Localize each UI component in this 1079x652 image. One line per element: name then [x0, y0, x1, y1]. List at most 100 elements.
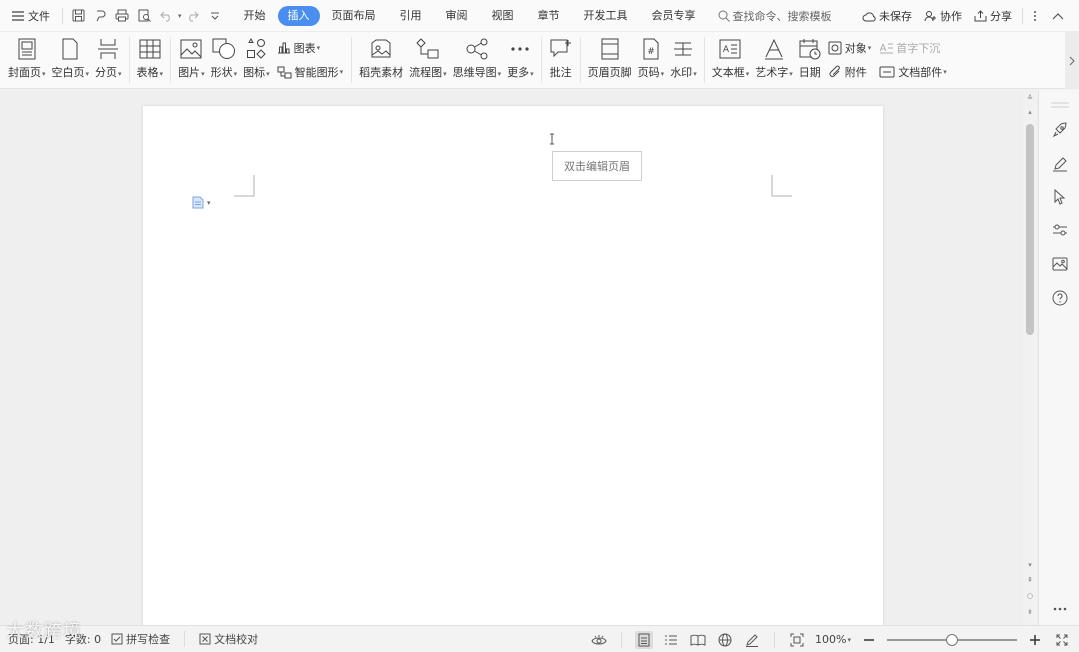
share-button[interactable]: 分享 [968, 8, 1018, 24]
page-number-icon: # [643, 38, 659, 60]
save-icon[interactable] [67, 5, 89, 27]
tab-developer[interactable]: 开发工具 [572, 6, 640, 26]
page-break-icon [98, 39, 119, 59]
tab-member[interactable]: 会员专享 [640, 6, 708, 26]
zoom-slider-knob[interactable] [946, 633, 958, 646]
dropcap-icon: A [880, 43, 894, 54]
cover-page-icon [18, 38, 36, 60]
collapse-ribbon-icon[interactable] [1046, 12, 1079, 20]
shape-button[interactable]: 形状▾ [208, 32, 241, 89]
fit-page-icon[interactable] [788, 631, 806, 649]
insert-ribbon: 封面页▾ 空白页▾ 分页▾ 表格▾ 图片▾ 形状▾ 图标▾ 图表 ▾ 智能图形 ▾ [0, 32, 1079, 89]
file-menu-button[interactable]: 文件 [0, 4, 58, 28]
scrollbar-thumb[interactable] [1026, 124, 1034, 335]
comment-button[interactable]: 批注 [546, 32, 576, 89]
page-number-button[interactable]: # 页码▾ [635, 32, 668, 89]
tab-insert[interactable]: 插入 [277, 5, 320, 26]
export-icon[interactable] [89, 5, 111, 27]
video-watermark: 大数跨境 [6, 621, 82, 642]
document-page[interactable]: 双击编辑页眉 ▾ [143, 106, 883, 625]
blank-page-icon [62, 38, 78, 60]
divider [1022, 8, 1023, 24]
redo-icon[interactable] [182, 5, 204, 27]
tab-references[interactable]: 引用 [388, 6, 434, 26]
tab-review[interactable]: 审阅 [434, 6, 480, 26]
zoom-in-icon[interactable] [1026, 631, 1044, 649]
zoom-out-icon[interactable] [860, 631, 878, 649]
tab-view[interactable]: 视图 [480, 6, 526, 26]
eye-protection-icon[interactable] [590, 631, 608, 649]
collaborate-button[interactable]: 协作 [918, 8, 968, 24]
daoke-materials-button[interactable]: 稻壳素材 [356, 32, 406, 89]
comment-label: 批注 [549, 66, 572, 79]
web-view-icon[interactable] [716, 631, 734, 649]
spellcheck-button[interactable]: 拼写检查 [111, 631, 170, 647]
customize-toolbar-icon[interactable] [204, 5, 226, 27]
header-footer-button[interactable]: 页眉页脚 [585, 32, 635, 89]
date-button[interactable]: 日期 [796, 32, 824, 89]
scroll-arrow-up-icon[interactable]: ▴ [1026, 108, 1034, 116]
command-search[interactable]: 查找命令、搜索模板 [718, 8, 832, 24]
tab-start[interactable]: 开始 [232, 6, 278, 26]
outline-view-icon[interactable] [662, 631, 680, 649]
pen-edit-icon[interactable] [1050, 154, 1070, 174]
writing-mode-icon[interactable] [743, 631, 761, 649]
picture-button[interactable]: 图片▾ [175, 32, 208, 89]
proofread-button[interactable]: 文档校对 [199, 631, 258, 647]
print-icon[interactable] [111, 5, 133, 27]
watermark-button[interactable]: 水印▾ [667, 32, 700, 89]
more-insert-button[interactable]: 更多▾ [504, 32, 537, 89]
smartart-icon [277, 66, 292, 78]
calendar-icon [799, 39, 821, 60]
more-menu-icon[interactable] [1027, 10, 1046, 22]
undo-icon[interactable] [155, 5, 177, 27]
watermark-label: 水印 [670, 66, 693, 79]
icon-button[interactable]: 图标▾ [240, 32, 273, 89]
document-parts-button[interactable]: 文档部件 ▾ [879, 64, 947, 80]
rocket-icon[interactable] [1050, 120, 1070, 140]
divider [774, 631, 776, 648]
help-icon[interactable] [1050, 288, 1070, 308]
prev-page-icon[interactable]: ⇞ [1026, 576, 1034, 584]
page-number-label: 页码 [637, 66, 660, 79]
fullscreen-icon[interactable] [1053, 631, 1071, 649]
chart-button[interactable]: 图表 ▾ [277, 40, 344, 56]
icon-label: 图标 [243, 66, 266, 79]
next-page-icon[interactable]: ⇟ [1026, 608, 1034, 616]
object-button[interactable]: 对象 ▾ [828, 40, 871, 56]
cover-page-button[interactable]: 封面页▾ [0, 32, 49, 89]
dropcap-button[interactable]: A 首字下沉 [879, 40, 947, 56]
sidebar-more-icon[interactable] [1050, 599, 1070, 619]
cover-page-label: 封面页 [8, 66, 41, 79]
page-view-icon[interactable] [635, 630, 654, 649]
zoom-slider[interactable] [887, 633, 1017, 646]
image-tools-icon[interactable] [1050, 254, 1070, 274]
scroll-arrow-down-icon[interactable]: ▾ [1026, 561, 1034, 569]
vertical-scrollbar[interactable]: ≚ ▴ ▾ ⇞ ○ ⇟ [1023, 90, 1037, 625]
table-button[interactable]: 表格▾ [134, 32, 167, 89]
icons-gallery-icon [247, 38, 267, 59]
textbox-button[interactable]: A 文本框▾ [709, 32, 753, 89]
attachment-button[interactable]: 附件 [828, 64, 872, 80]
wordart-button[interactable]: 艺术字▾ [752, 32, 796, 89]
select-pointer-icon[interactable] [1050, 187, 1070, 207]
flowchart-button[interactable]: 流程图▾ [406, 32, 450, 89]
tab-sections[interactable]: 章节 [526, 6, 572, 26]
print-preview-icon[interactable] [133, 5, 155, 27]
zoom-level-dropdown[interactable]: 100% ▾ [815, 633, 851, 646]
mindmap-button[interactable]: 思维导图▾ [450, 32, 505, 89]
reading-view-icon[interactable] [689, 631, 707, 649]
tab-page-layout[interactable]: 页面布局 [320, 6, 388, 26]
browse-object-icon[interactable]: ○ [1026, 592, 1034, 600]
blank-page-button[interactable]: 空白页▾ [49, 32, 93, 89]
mindmap-label: 思维导图 [452, 66, 497, 79]
picture-icon [180, 39, 202, 59]
ribbon-scroll-right-button[interactable] [1065, 32, 1079, 89]
page-break-button[interactable]: 分页▾ [92, 32, 125, 89]
paragraph-layout-button[interactable]: ▾ [192, 196, 211, 209]
adjust-sliders-icon[interactable] [1050, 220, 1070, 240]
unsaved-status-button[interactable]: 未保存 [856, 8, 918, 24]
smartart-button[interactable]: 智能图形 ▾ [277, 64, 343, 80]
scroll-up-icon[interactable]: ≚ [1026, 94, 1034, 102]
page-break-label: 分页 [95, 66, 118, 79]
